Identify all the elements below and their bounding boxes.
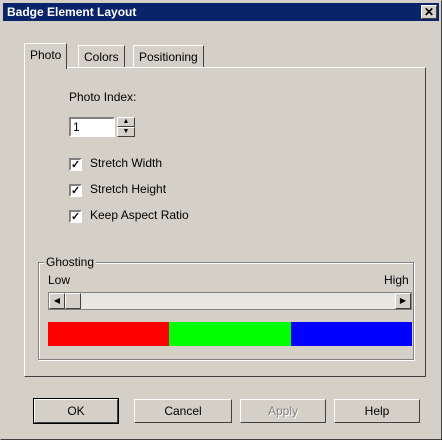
cancel-button[interactable]: Cancel [134,399,232,423]
ghosting-slider[interactable]: ◀ ▶ [48,292,412,310]
ok-button[interactable]: OK [33,398,119,424]
ghosting-legend: Ghosting [44,255,97,269]
scroll-left-button[interactable]: ◀ [49,293,65,309]
keep-aspect-ratio-checkbox[interactable]: ✓ [69,210,82,223]
apply-button[interactable]: Apply [240,399,326,423]
stretch-height-checkbox[interactable]: ✓ [69,184,82,197]
tab-colors[interactable]: Colors [78,45,125,68]
spin-up-button[interactable]: ▲ [117,117,135,127]
scroll-right-button[interactable]: ▶ [395,293,411,309]
ghosting-color-green [169,322,291,346]
spin-down-button[interactable]: ▼ [117,127,135,137]
help-button[interactable]: Help [334,399,420,423]
keep-aspect-ratio-label: Keep Aspect Ratio [90,208,189,222]
arrow-up-icon: ▲ [122,118,130,125]
close-button[interactable]: ✕ [421,5,437,19]
stretch-width-checkbox[interactable]: ✓ [69,158,82,171]
title-bar: Badge Element Layout ✕ [3,3,439,21]
window-title: Badge Element Layout [7,5,137,19]
tab-photo[interactable]: Photo [24,43,68,69]
tab-positioning-label: Positioning [139,50,198,64]
photo-index-label: Photo Index: [69,90,137,104]
checkmark-icon: ✓ [71,159,81,171]
ghosting-high-label: High [384,273,409,287]
tab-photo-label: Photo [30,48,62,62]
ghosting-color-red [48,322,169,346]
tab-positioning[interactable]: Positioning [133,45,204,68]
arrow-left-icon: ◀ [53,296,61,305]
stretch-height-label: Stretch Height [90,182,167,196]
arrow-right-icon: ▶ [399,296,407,305]
tab-colors-label: Colors [84,50,119,64]
close-icon: ✕ [423,5,435,19]
photo-index-input[interactable] [69,117,115,137]
checkmark-icon: ✓ [71,211,81,223]
slider-thumb[interactable] [65,293,81,309]
checkmark-icon: ✓ [71,185,81,197]
ghosting-low-label: Low [48,273,71,287]
stretch-width-label: Stretch Width [90,156,163,170]
arrow-down-icon: ▼ [122,128,130,135]
ghosting-color-blue [291,322,412,346]
